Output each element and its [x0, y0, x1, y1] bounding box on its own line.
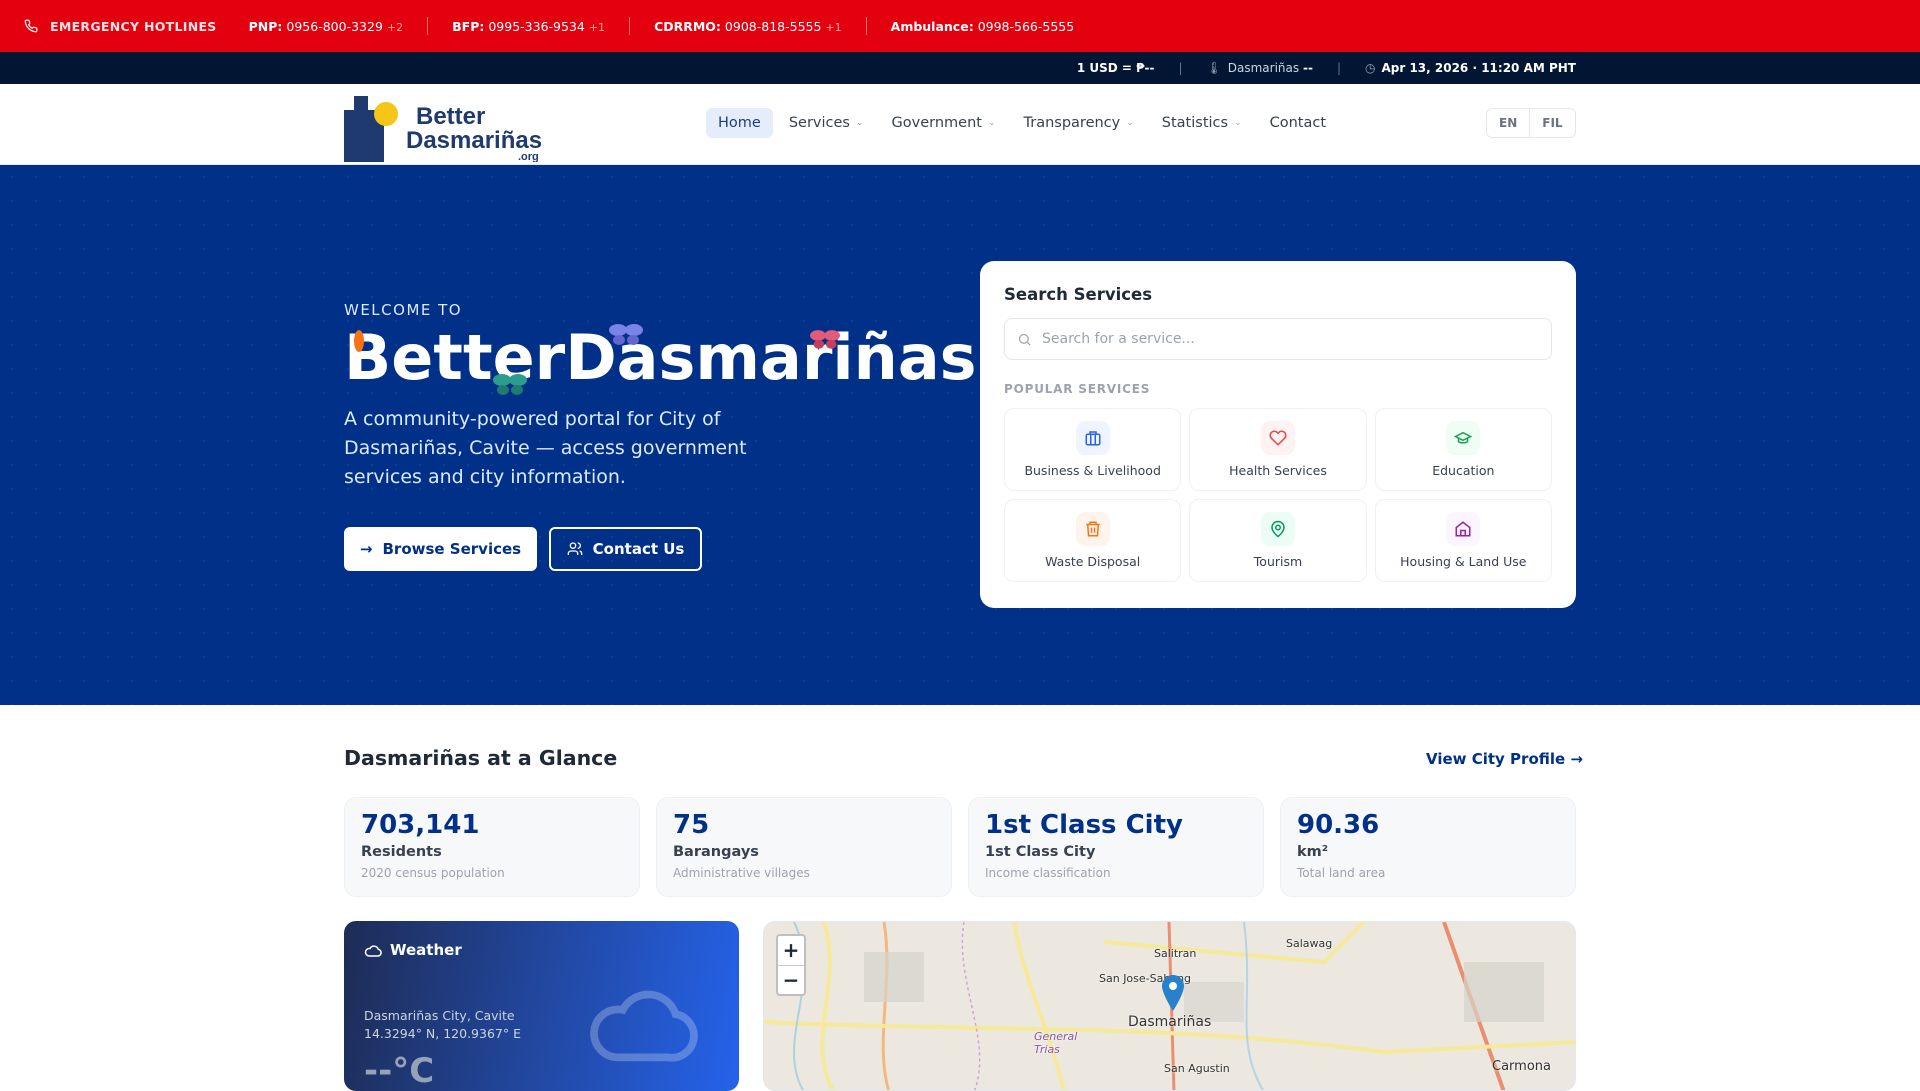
search-icon — [1018, 333, 1031, 346]
chevron-down-icon: ⌄ — [1126, 118, 1134, 128]
weather-coords: 14.3294° N, 120.9367° E — [364, 1026, 521, 1041]
service-housing[interactable]: Housing & Land Use — [1374, 499, 1552, 582]
search-input[interactable]: Search for a service... — [1004, 318, 1552, 360]
search-card-title: Search Services — [1004, 285, 1153, 304]
nav-services[interactable]: Services ⌄ — [777, 108, 876, 138]
service-health[interactable]: Health Services — [1189, 408, 1367, 491]
popular-services-grid: Business & Livelihood Health Services Ed… — [1004, 408, 1552, 582]
users-icon — [567, 542, 582, 555]
stat-card: 90.36 km² Total land area — [1280, 797, 1576, 897]
popular-services-label: POPULAR SERVICES — [1004, 382, 1151, 396]
city-map[interactable]: Salitran Salawag San Jose-Sabang Dasmari… — [763, 921, 1576, 1091]
chevron-down-icon: ⌄ — [987, 118, 996, 128]
emergency-bar: EMERGENCY HOTLINES PNP: 0956-800-3329 +2… — [0, 0, 1920, 52]
nav-menu: Home Services ⌄ Government ⌄ Transparency ⌄… — [706, 108, 1338, 138]
nav-statistics[interactable]: Statistics ⌄ — [1150, 108, 1254, 138]
service-education[interactable]: Education — [1374, 408, 1552, 491]
weather-card: Weather Dasmariñas City, Cavite 14.3294° … — [344, 921, 739, 1091]
weather-title: Weather — [390, 941, 462, 959]
graduation-cap-icon — [1446, 421, 1481, 455]
arrow-right-icon: → — [359, 540, 373, 558]
butterfly-icon — [493, 374, 527, 395]
view-city-profile-link[interactable]: View City Profile → — [1426, 750, 1583, 768]
nav-government[interactable]: Government ⌄ — [880, 108, 1008, 138]
main-nav: Better Dasmariñas .org Home Services ⌄ Go… — [0, 84, 1920, 165]
weather-temp: --°C — [364, 1051, 435, 1091]
nav-transparency[interactable]: Transparency ⌄ — [1012, 108, 1146, 138]
divider — [865, 17, 867, 35]
map-label: Salitran — [1154, 947, 1197, 960]
weather-location: Dasmariñas City, Cavite — [364, 1008, 515, 1023]
hero-description: A community-powered portal for City of D… — [344, 408, 747, 488]
chevron-down-icon: ⌄ — [855, 118, 864, 128]
site-logo[interactable]: Better Dasmariñas .org — [344, 88, 556, 162]
divider — [427, 17, 429, 35]
map-label: San Agustin — [1164, 1062, 1230, 1075]
briefcase-icon — [1075, 421, 1110, 455]
hero-section: WELCOME TO BetterDasmariñas.org A commun… — [0, 165, 1920, 705]
map-zoom-controls: + − — [776, 934, 806, 996]
phone-icon — [24, 19, 38, 33]
welcome-label: WELCOME TO — [344, 301, 463, 319]
trash-icon — [1075, 512, 1110, 546]
map-label: General Trias — [1034, 1030, 1078, 1056]
nav-contact[interactable]: Contact — [1258, 108, 1338, 138]
glance-title: Dasmariñas at a Glance — [344, 746, 618, 770]
butterfly-icon — [810, 330, 840, 349]
svg-text:.org: .org — [518, 151, 539, 162]
hotline-bfp[interactable]: BFP: 0995-336-9534 +1 — [452, 19, 605, 34]
currency-rate: 1 USD = ₱-- — [1076, 61, 1155, 75]
cloud-icon — [364, 945, 382, 957]
contact-us-button[interactable]: Contact Us — [549, 527, 702, 571]
weather-place: Dasmariñas — [1227, 61, 1300, 75]
stat-card: 1st Class City 1st Class City Income class… — [968, 797, 1264, 897]
svg-text:Better: Better — [416, 103, 485, 130]
browse-services-button[interactable]: → Browse Services — [344, 527, 537, 571]
hotline-cdrrmo[interactable]: CDRRMO: 0908-818-5555 +1 — [654, 19, 842, 34]
clock-icon: ◷ — [1364, 61, 1376, 75]
butterfly-icon — [609, 324, 643, 345]
weather-value: -- — [1302, 61, 1313, 75]
stat-card: 75 Barangays Administrative villages — [656, 797, 952, 897]
svg-text:Dasmariñas: Dasmariñas — [406, 127, 542, 154]
map-marker-icon — [1162, 975, 1184, 1011]
heart-icon — [1260, 421, 1295, 455]
map-label: Dasmariñas — [1128, 1014, 1212, 1030]
butterfly-icon — [354, 330, 364, 352]
datetime: Apr 13, 2026 · 11:20 AM PHT — [1381, 61, 1576, 75]
hotline-ambulance[interactable]: Ambulance: 0998-566-5555 — [891, 19, 1075, 34]
service-tourism[interactable]: Tourism — [1189, 499, 1367, 582]
lang-en[interactable]: EN — [1487, 109, 1529, 137]
search-services-card: Search Services Search for a service... … — [980, 261, 1576, 608]
map-pin-icon — [1260, 512, 1295, 546]
cloud-icon — [590, 990, 698, 1062]
lang-fil[interactable]: FIL — [1529, 109, 1574, 137]
info-bar: 1 USD = ₱-- | 🌡︎ Dasmariñas -- | ◷ Apr 1… — [0, 52, 1920, 84]
chevron-down-icon: ⌄ — [1234, 118, 1242, 128]
nav-home[interactable]: Home — [706, 108, 773, 138]
thermometer-icon: 🌡︎ — [1206, 61, 1222, 75]
service-waste[interactable]: Waste Disposal — [1004, 499, 1182, 582]
map-label: Carmona — [1492, 1059, 1551, 1074]
stat-card: 703,141 Residents 2020 census population — [344, 797, 640, 897]
home-icon — [1446, 512, 1481, 546]
map-label: Salawag — [1286, 937, 1333, 950]
zoom-in-button[interactable]: + — [778, 936, 804, 965]
hotline-pnp[interactable]: PNP: 0956-800-3329 +2 — [249, 19, 404, 34]
language-switcher: EN FIL — [1486, 108, 1576, 138]
divider — [629, 17, 631, 35]
zoom-out-button[interactable]: − — [778, 965, 804, 994]
stats-grid: 703,141 Residents 2020 census population 7… — [344, 797, 1576, 897]
hero-title: BetterDasmariñas.org — [344, 321, 980, 394]
service-business[interactable]: Business & Livelihood — [1004, 408, 1182, 491]
emergency-label: EMERGENCY HOTLINES — [50, 18, 217, 34]
